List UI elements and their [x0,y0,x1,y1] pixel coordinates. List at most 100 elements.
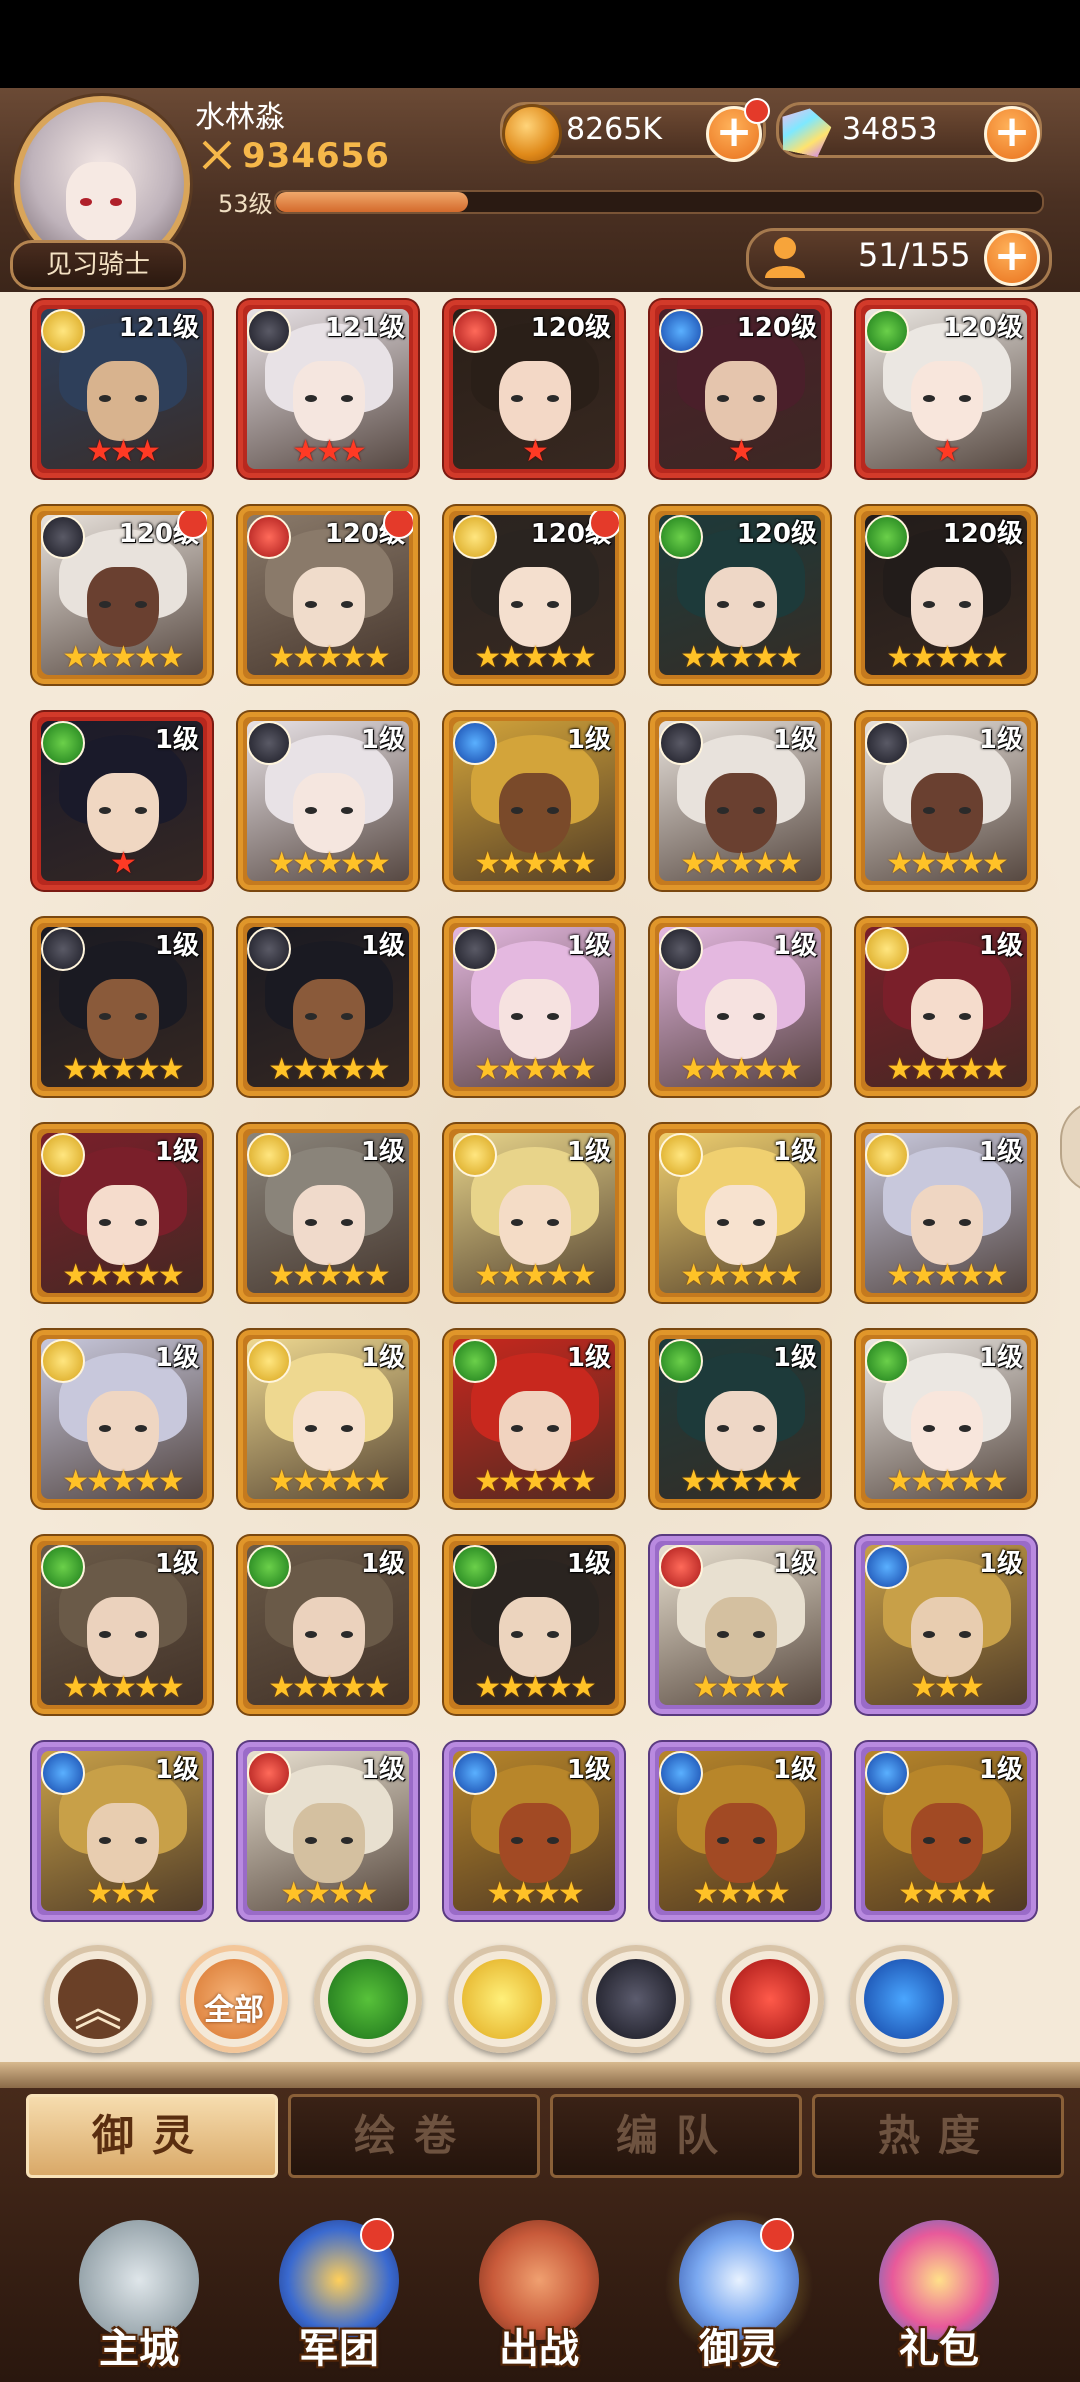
hero-star-rating: ★★★★★ [886,640,1008,675]
hero-level: 1级 [566,931,611,961]
filter-dark-button[interactable] [582,1945,690,2053]
add-gem-button[interactable]: + [984,106,1040,162]
filter-fire-button[interactable] [716,1945,824,2053]
hero-card[interactable]: 1级 ★★★★★ [650,712,830,890]
hero-star-rating: ★★★★★ [62,1670,184,1705]
avatar-eye [110,198,122,206]
hero-card[interactable]: 1级 ★★★★★ [238,712,418,890]
hero-star-rating: ★★★★★ [680,1052,802,1087]
hero-card[interactable]: 1级 ★★★★★ [238,1330,418,1508]
holy-element-icon [247,1339,291,1383]
person-icon [765,237,805,278]
collapse-button[interactable] [44,1945,152,2053]
hero-card[interactable]: 1级 ★★★★★ [650,1124,830,1302]
hero-card[interactable]: 1级 ★★★★ [238,1742,418,1920]
hero-level: 1级 [360,725,405,755]
hero-card[interactable]: 120级 ★ [650,300,830,478]
nav-yuling[interactable]: 御灵 [644,2200,834,2380]
hero-card[interactable]: 1级 ★★★★★ [650,918,830,1096]
tab-biandui[interactable]: 编队 [550,2094,802,2178]
tab-yuling[interactable]: 御灵 [26,2094,278,2178]
hero-eyes [99,395,147,403]
hero-card[interactable]: 120级 ★★★★★ [32,506,212,684]
dark-element-icon [596,1959,676,2039]
hero-card[interactable]: 1级 ★★★★★ [444,1124,624,1302]
filter-nature-button[interactable] [314,1945,422,2053]
hero-eyes [305,1219,353,1227]
hero-star-rating: ★ [934,434,961,469]
hero-card[interactable]: 1级 ★★★ [856,1536,1036,1714]
hero-card[interactable]: 1级 ★★★★★ [238,1536,418,1714]
hero-card[interactable]: 1级 ★ [32,712,212,890]
filter-all-button[interactable]: 全部 [180,1945,288,2053]
hero-card[interactable]: 1级 ★★★★★ [856,1330,1036,1508]
hero-card[interactable]: 1级 ★★★★★ [238,1124,418,1302]
water-element-icon [453,1751,497,1795]
avatar-face [66,162,136,242]
hero-eyes [511,395,559,403]
hero-card[interactable]: 1级 ★★★★★ [856,918,1036,1096]
hero-card[interactable]: 1级 ★★★★★ [32,1330,212,1508]
hero-card[interactable]: 1级 ★★★★★ [856,1124,1036,1302]
gem-amount: 34853 [842,112,938,147]
status-bar-area [0,0,1080,88]
holy-element-icon [41,309,85,353]
hero-card[interactable]: 1级 ★★★★★ [32,918,212,1096]
hero-level: 1级 [360,1755,405,1785]
hero-level: 1级 [360,1549,405,1579]
hero-eyes [923,1219,971,1227]
hero-card[interactable]: 1级 ★★★★★ [650,1330,830,1508]
hero-eyes [99,601,147,609]
dark-element-icon [247,309,291,353]
hero-card[interactable]: 120级 ★★★★★ [650,506,830,684]
tab-redu[interactable]: 热度 [812,2094,1064,2178]
holy-element-icon [453,1133,497,1177]
hero-level: 121级 [118,313,199,343]
hero-card[interactable]: 120级 ★★★★★ [238,506,418,684]
filter-holy-button[interactable] [448,1945,556,2053]
tab-huijuan[interactable]: 绘卷 [288,2094,540,2178]
hero-card[interactable]: 1级 ★★★★★ [32,1124,212,1302]
avatar-eye [80,198,92,206]
hero-card[interactable]: 1级 ★★★★ [650,1742,830,1920]
hero-card[interactable]: 1级 ★★★ [32,1742,212,1920]
expand-capacity-button[interactable]: + [984,230,1040,286]
hero-level: 121级 [324,313,405,343]
hero-card[interactable]: 1级 ★★★★★ [238,918,418,1096]
filter-water-button[interactable] [850,1945,958,2053]
hero-card[interactable]: 1级 ★★★★★ [32,1536,212,1714]
holy-element-icon [41,1339,85,1383]
hero-card[interactable]: 120级 ★★★★★ [856,506,1036,684]
hero-eyes [511,1013,559,1021]
hero-card[interactable]: 1级 ★★★★★ [444,712,624,890]
hero-card[interactable]: 1级 ★★★★★ [444,1536,624,1714]
nav-battle[interactable]: 出战 [444,2200,634,2380]
hero-level: 1级 [360,1343,405,1373]
hero-card[interactable]: 1级 ★★★★★ [444,918,624,1096]
hero-star-rating: ★★★★★ [474,1258,596,1293]
nav-main-city[interactable]: 主城 [44,2200,234,2380]
hero-eyes [717,1837,765,1845]
hero-star-rating: ★ [110,846,137,881]
hero-card[interactable]: 120级 ★ [856,300,1036,478]
hero-star-rating: ★★★★ [486,1876,585,1911]
hero-card[interactable]: 120级 ★★★★★ [444,506,624,684]
player-title-badge[interactable]: 见习骑士 [10,240,186,290]
hero-card[interactable]: 1级 ★★★★ [856,1742,1036,1920]
hero-card[interactable]: 1级 ★★★★ [650,1536,830,1714]
hero-eyes [717,601,765,609]
hero-card[interactable]: 121级 ★★★ [238,300,418,478]
nature-element-icon [41,1545,85,1589]
hero-card[interactable]: 121级 ★★★ [32,300,212,478]
hero-card[interactable]: 1级 ★★★★★ [856,712,1036,890]
hero-card[interactable]: 120级 ★ [444,300,624,478]
notification-dot [744,98,770,124]
nav-gift-pack[interactable]: 礼包 [844,2200,1034,2380]
nav-legion[interactable]: 军团 [244,2200,434,2380]
hero-card[interactable]: 1级 ★★★★★ [444,1330,624,1508]
hero-level: 1级 [154,931,199,961]
hero-card[interactable]: 1级 ★★★★ [444,1742,624,1920]
holy-element-icon [247,1133,291,1177]
hero-eyes [305,1631,353,1639]
hero-eyes [923,395,971,403]
